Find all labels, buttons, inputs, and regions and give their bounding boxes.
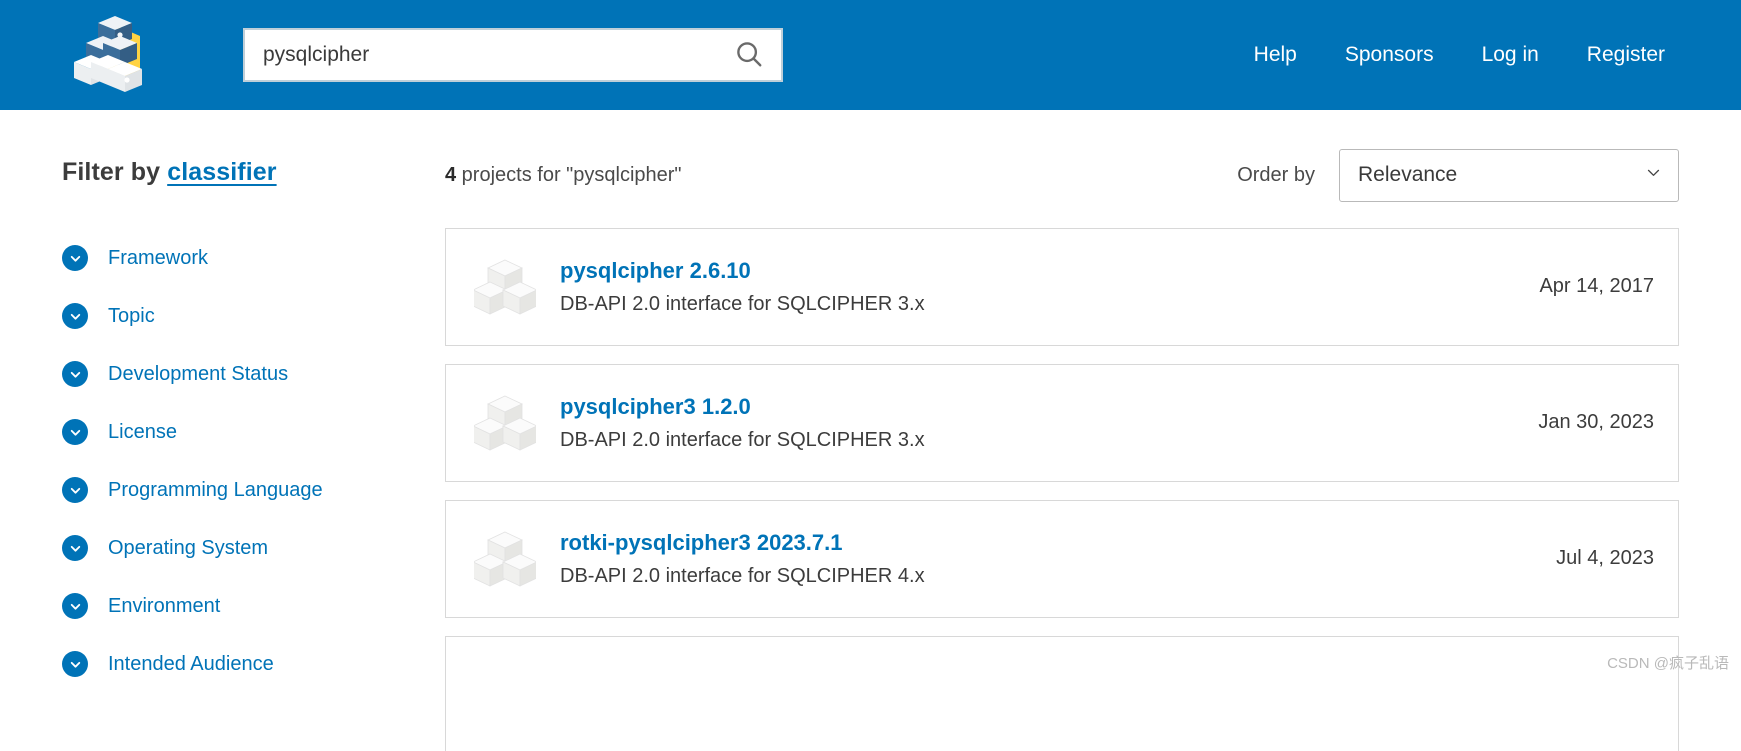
filter-item-label: Intended Audience (108, 652, 274, 675)
search-input[interactable] (263, 30, 729, 80)
project-name: pysqlcipher (560, 258, 684, 283)
project-release-date: Apr 14, 2017 (1539, 274, 1654, 297)
nav-item-help[interactable]: Help (1230, 43, 1321, 67)
results-toolbar: 4 projects for "pysqlcipher" Order by Re… (445, 144, 1679, 206)
filter-item-intended-audience[interactable]: Intended Audience (62, 635, 445, 693)
filter-item-framework[interactable]: Framework (62, 229, 445, 287)
project-version: 2023.7.1 (756, 530, 843, 555)
project-card[interactable]: pysqlcipher3 1.2.0 DB-API 2.0 interface … (445, 364, 1679, 482)
package-cubes-icon (472, 530, 538, 588)
site-header: Help Sponsors Log in Register (0, 0, 1741, 110)
nav-item-login[interactable]: Log in (1458, 43, 1563, 67)
search-box[interactable] (243, 28, 783, 82)
project-card-list: pysqlcipher 2.6.10 DB-API 2.0 interface … (445, 228, 1679, 751)
filter-item-label: Operating System (108, 536, 269, 559)
chevron-down-icon (1645, 164, 1662, 186)
chevron-down-icon (62, 535, 88, 561)
search-submit-button[interactable] (729, 35, 769, 75)
chevron-down-icon (62, 245, 88, 271)
primary-nav: Help Sponsors Log in Register (1230, 43, 1689, 67)
nav-item-register[interactable]: Register (1563, 43, 1689, 67)
project-version: 2.6.10 (689, 258, 751, 283)
filter-item-label: Environment (108, 594, 221, 617)
search-results: 4 projects for "pysqlcipher" Order by Re… (445, 138, 1741, 751)
filter-heading: Filter by classifier (62, 158, 445, 187)
chevron-down-icon (62, 593, 88, 619)
package-cubes-icon (472, 258, 538, 316)
filter-item-label: Topic (108, 304, 155, 327)
chevron-down-icon (62, 303, 88, 329)
project-description: DB-API 2.0 interface for SQLCIPHER 3.x (560, 429, 925, 451)
project-card-body: pysqlcipher 2.6.10 DB-API 2.0 interface … (560, 258, 1539, 316)
filter-item-development-status[interactable]: Development Status (62, 345, 445, 403)
chevron-down-icon (62, 651, 88, 677)
project-version: 1.2.0 (701, 394, 751, 419)
filter-item-label: Framework (108, 246, 209, 269)
order-by-label: Order by (1237, 163, 1315, 186)
project-card-body: rotki-pysqlcipher3 2023.7.1 DB-API 2.0 i… (560, 530, 1556, 588)
order-by-select[interactable]: Relevance (1339, 148, 1679, 202)
project-card-body: pysqlcipher3 1.2.0 DB-API 2.0 interface … (560, 394, 1538, 452)
nav-item-sponsors[interactable]: Sponsors (1321, 43, 1458, 67)
project-card[interactable]: pysqlcipher 2.6.10 DB-API 2.0 interface … (445, 228, 1679, 346)
order-by-value: Relevance (1358, 163, 1458, 186)
project-name: pysqlcipher3 (560, 394, 696, 419)
search-icon (734, 39, 764, 72)
filter-classifier-link[interactable]: classifier (167, 158, 276, 186)
project-card-title[interactable]: rotki-pysqlcipher3 2023.7.1 (560, 530, 1556, 556)
filter-item-programming-language[interactable]: Programming Language (62, 461, 445, 519)
project-card[interactable] (445, 636, 1679, 751)
project-release-date: Jan 30, 2023 (1538, 410, 1654, 433)
project-description: DB-API 2.0 interface for SQLCIPHER 3.x (560, 293, 925, 315)
project-card-title[interactable]: pysqlcipher3 1.2.0 (560, 394, 1538, 420)
results-count-suffix: projects for "pysqlcipher" (456, 163, 682, 186)
project-release-date: Jul 4, 2023 (1556, 546, 1654, 569)
pypi-logo-link[interactable] (45, 0, 185, 110)
filter-list: Framework Topic Development Status Licen… (62, 229, 445, 693)
chevron-down-icon (62, 477, 88, 503)
package-cubes-icon (472, 394, 538, 452)
chevron-down-icon (62, 419, 88, 445)
project-card[interactable]: rotki-pysqlcipher3 2023.7.1 DB-API 2.0 i… (445, 500, 1679, 618)
results-count: 4 projects for "pysqlcipher" (445, 164, 682, 187)
filter-item-environment[interactable]: Environment (62, 577, 445, 635)
filter-heading-prefix: Filter by (62, 158, 168, 186)
project-card-title[interactable]: pysqlcipher 2.6.10 (560, 258, 1539, 284)
project-description: DB-API 2.0 interface for SQLCIPHER 4.x (560, 565, 925, 587)
filter-item-label: Development Status (108, 362, 289, 385)
filter-item-license[interactable]: License (62, 403, 445, 461)
watermark: CSDN @疯子乱语 (1607, 655, 1729, 672)
order-by-group: Order by Relevance (1237, 148, 1679, 202)
chevron-down-icon (62, 361, 88, 387)
filter-item-label: Programming Language (108, 478, 323, 501)
search-form (243, 28, 783, 82)
filter-item-topic[interactable]: Topic (62, 287, 445, 345)
page-content: Filter by classifier Framework Topic Dev… (0, 110, 1741, 751)
filter-item-label: License (108, 420, 177, 443)
filter-sidebar: Filter by classifier Framework Topic Dev… (0, 138, 445, 751)
results-count-number: 4 (445, 163, 457, 186)
project-name: rotki-pysqlcipher3 (560, 530, 751, 555)
filter-item-operating-system[interactable]: Operating System (62, 519, 445, 577)
pypi-logo-icon (70, 14, 160, 96)
